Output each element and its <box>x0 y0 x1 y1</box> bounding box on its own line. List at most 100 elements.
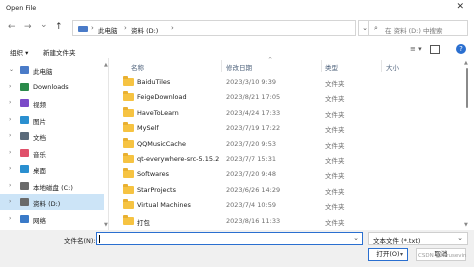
file-row[interactable]: FeigeDownload 2023/8/21 17:05 文件夹 <box>118 89 464 105</box>
preview-pane-icon[interactable] <box>430 45 440 54</box>
file-row[interactable]: MySelf 2023/7/19 17:22 文件夹 <box>118 120 464 136</box>
file-row[interactable]: 打包 2023/8/16 11:33 文件夹 <box>118 213 464 229</box>
folder-icon <box>123 153 134 163</box>
file-list-header: ^ 名称 修改日期 类型 大小 <box>118 57 464 73</box>
download-icon <box>20 82 29 91</box>
chevron-down-icon: ⌄ <box>457 234 463 242</box>
file-type: 文件夹 <box>325 80 345 88</box>
open-button[interactable]: 打开(O) ▾ <box>368 248 408 261</box>
file-row[interactable]: QQMusicCache 2023/7/20 9:53 文件夹 <box>118 136 464 152</box>
address-bar[interactable]: › 此电脑 › 资料 (D:) › <box>72 20 356 36</box>
chevron-right-icon[interactable]: › <box>9 149 11 156</box>
view-options-icon[interactable]: ≡ ▾ <box>410 45 422 53</box>
file-name: StarProjects <box>137 185 176 194</box>
sidebar-item[interactable]: › 音乐 <box>0 145 104 161</box>
file-list-scrollbar[interactable]: ▲ ▼ <box>464 60 470 228</box>
filename-input[interactable]: ⌄ <box>96 232 363 245</box>
scroll-up-icon[interactable]: ▲ <box>464 60 468 66</box>
file-row[interactable]: Softwares 2023/7/20 9:48 文件夹 <box>118 166 464 182</box>
file-name: Softwares <box>137 170 170 179</box>
folder-icon <box>123 168 134 179</box>
file-type-select[interactable]: 文本文件 (*.txt) ⌄ <box>368 232 468 245</box>
file-name: QQMusicCache <box>137 139 186 148</box>
sidebar-item-label: 音乐 <box>33 150 46 159</box>
watermark: CSDN @forusevin <box>418 253 467 259</box>
file-row[interactable]: qt-everywhere-src-5.15.2 2023/7/7 15:31 文件… <box>118 151 464 167</box>
file-name: MySelf <box>137 124 159 133</box>
sidebar-item[interactable]: › 资料 (D:) <box>0 194 104 210</box>
file-row[interactable]: BaiduTiles 2023/3/10 9:39 文件夹 <box>118 74 464 90</box>
chevron-right-icon[interactable]: › <box>9 132 11 139</box>
chevron-right-icon[interactable]: › <box>9 116 11 123</box>
chevron-down-icon[interactable]: ⌄ <box>9 66 14 73</box>
file-type: 文件夹 <box>325 110 345 119</box>
breadcrumb-this-pc[interactable]: 此电脑 <box>98 25 118 35</box>
command-bar: 组织 ▾ 新建文件夹 ≡ ▾ ? <box>0 42 474 58</box>
sidebar-item-label: 文档 <box>33 134 46 142</box>
chevron-right-icon[interactable]: › <box>9 198 11 205</box>
up-arrow-icon[interactable]: ↑ <box>55 22 63 32</box>
file-date: 2023/8/16 11:33 <box>226 216 281 225</box>
forward-arrow-icon[interactable]: → <box>24 22 32 32</box>
sidebar-item-label: 视频 <box>33 101 46 109</box>
column-header-type[interactable]: 类型 <box>325 62 338 72</box>
help-icon[interactable]: ? <box>456 44 466 54</box>
sidebar-item[interactable]: › Downloads <box>0 79 104 95</box>
file-row[interactable]: Virtual Machines 2023/7/4 10:59 文件夹 <box>118 197 464 213</box>
column-header-name[interactable]: 名称 <box>131 62 144 72</box>
sidebar-item-label: 本地磁盘 (C:) <box>33 183 73 192</box>
file-date: 2023/7/7 15:31 <box>226 155 276 163</box>
sidebar-item[interactable]: › 图片 <box>0 112 104 128</box>
sidebar-item[interactable]: › 网络 <box>0 211 104 227</box>
file-date: 2023/7/4 10:59 <box>226 201 276 210</box>
file-type: 文件夹 <box>325 95 345 104</box>
organize-button[interactable]: 组织 ▾ <box>10 47 28 57</box>
drive-icon <box>20 181 29 190</box>
file-name: 打包 <box>137 218 150 227</box>
search-input[interactable]: ⌕ 在 资料 (D:) 中搜索 <box>368 20 468 36</box>
breadcrumb-drive-d[interactable]: 资料 (D:) <box>131 25 158 35</box>
file-date: 2023/3/10 9:39 <box>226 78 276 86</box>
folder-icon <box>123 199 134 210</box>
drive-icon <box>20 198 29 206</box>
window-title: Open File <box>6 4 37 12</box>
file-type: 文件夹 <box>325 141 345 150</box>
sidebar-item[interactable]: › 本地磁盘 (C:) <box>0 178 104 194</box>
close-icon[interactable]: ✕ <box>456 2 464 12</box>
scrollbar-thumb[interactable] <box>466 68 468 108</box>
open-options-dropdown-icon[interactable]: ▾ <box>400 249 403 260</box>
breadcrumb-separator: › <box>91 24 94 32</box>
chevron-right-icon[interactable]: › <box>9 215 11 222</box>
file-name: FeigeDownload <box>137 93 187 102</box>
filename-history-dropdown-icon[interactable]: ⌄ <box>353 234 359 242</box>
chevron-right-icon[interactable]: › <box>9 83 11 90</box>
column-divider[interactable] <box>321 60 322 72</box>
pane-divider[interactable] <box>108 58 109 230</box>
search-placeholder: 在 资料 (D:) 中搜索 <box>385 27 443 35</box>
file-date: 2023/4/24 17:33 <box>226 108 281 117</box>
scroll-down-icon[interactable]: ▼ <box>464 222 468 228</box>
column-header-size[interactable]: 大小 <box>386 62 399 72</box>
file-type: 文件夹 <box>325 126 345 135</box>
back-arrow-icon[interactable]: ← <box>8 22 16 32</box>
sidebar-item[interactable]: › 文档 <box>0 128 104 144</box>
open-button-label: 打开(O) <box>376 250 400 258</box>
chevron-right-icon[interactable]: › <box>9 182 11 189</box>
column-header-date[interactable]: 修改日期 <box>226 62 252 72</box>
file-row[interactable]: StarProjects 2023/6/26 14:29 文件夹 <box>118 182 464 198</box>
column-divider[interactable] <box>221 60 222 72</box>
chevron-right-icon[interactable]: › <box>9 99 11 106</box>
video-icon <box>20 99 29 107</box>
recent-locations-chevron-icon[interactable]: ⌄ <box>40 20 48 30</box>
chevron-right-icon[interactable]: › <box>9 165 11 172</box>
folder-icon <box>123 122 134 133</box>
column-divider[interactable] <box>381 60 382 72</box>
new-folder-button[interactable]: 新建文件夹 <box>43 47 76 57</box>
sidebar-item-label: 桌面 <box>33 167 46 175</box>
sidebar-item[interactable]: › 桌面 <box>0 161 104 177</box>
sidebar-item[interactable]: ⌄ 此电脑 <box>0 62 104 78</box>
sidebar-item-label: 图片 <box>33 117 46 126</box>
folder-icon <box>123 91 134 102</box>
sidebar-item[interactable]: › 视频 <box>0 95 104 111</box>
file-row[interactable]: HaveToLearn 2023/4/24 17:33 文件夹 <box>118 105 464 121</box>
